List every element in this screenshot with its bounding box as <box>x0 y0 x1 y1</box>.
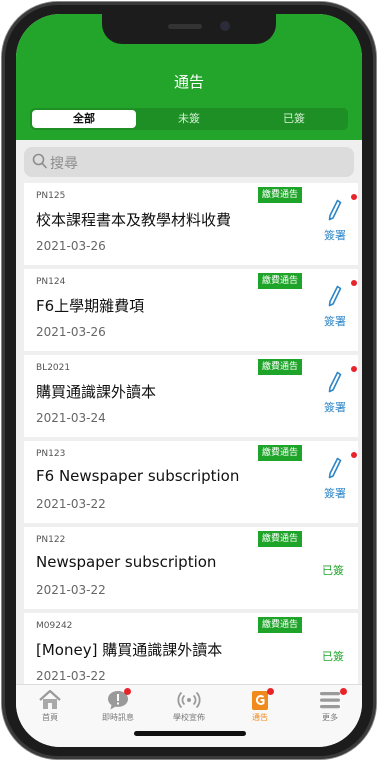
tab-announcements[interactable]: 學校宣佈 <box>161 689 217 723</box>
notice-type-badge: 繳費通告 <box>258 187 303 203</box>
notice-date: 2021-03-22 <box>36 583 106 597</box>
notice-type-badge: 繳費通告 <box>258 445 303 461</box>
notice-title: F6 Newspaper subscription <box>36 467 240 485</box>
tab-label: 通告 <box>252 713 268 722</box>
notice-card[interactable]: PN124 繳費通告 F6上學期雜費項 2021-03-26 簽署 <box>24 269 358 351</box>
notice-code: PN122 <box>36 535 66 545</box>
sign-label: 簽署 <box>324 401 346 414</box>
notice-type-badge: 繳費通告 <box>258 617 303 633</box>
tab-notices[interactable]: 通告 <box>232 688 288 723</box>
tab-messages[interactable]: 即時訊息 <box>90 688 146 723</box>
tab-home[interactable]: 首頁 <box>22 689 78 723</box>
signed-status: 已簽 <box>322 650 344 663</box>
notice-card[interactable]: BL2021 繳費通告 購買通識課外讀本 2021-03-24 簽署 <box>24 355 358 437</box>
menu-icon <box>320 692 340 709</box>
pen-icon <box>328 371 342 393</box>
notice-code: PN124 <box>36 277 66 287</box>
home-indicator <box>134 731 246 736</box>
notice-code: BL2021 <box>36 363 71 373</box>
sign-button[interactable]: 簽署 <box>320 285 350 329</box>
page-title: 通告 <box>173 73 204 91</box>
notice-card[interactable]: PN125 繳費通告 校本課程書本及教學材料收費 2021-03-26 簽署 <box>24 183 358 265</box>
tab-unsigned[interactable]: 未簽 <box>137 110 241 128</box>
broadcast-icon <box>177 691 201 709</box>
sign-label: 簽署 <box>324 315 346 328</box>
notice-date: 2021-03-22 <box>36 497 106 511</box>
notice-type-badge: 繳費通告 <box>258 273 303 289</box>
house-icon <box>39 689 61 709</box>
tab-more[interactable]: 更多 <box>302 688 358 723</box>
signed-status: 已簽 <box>322 564 344 577</box>
header-bar: 通告 全部 未簽 已簽 <box>16 14 362 140</box>
notice-title: F6上學期雜費項 <box>36 297 145 315</box>
phone-frame: 通告 全部 未簽 已簽 搜尋 PN125 繳費通告 校本課程書本及教學材料收費 … <box>2 2 376 759</box>
app-screen: 通告 全部 未簽 已簽 搜尋 PN125 繳費通告 校本課程書本及教學材料收費 … <box>16 14 362 747</box>
sign-button[interactable]: 簽署 <box>320 371 350 415</box>
tab-label: 即時訊息 <box>102 713 134 722</box>
speaker-grille <box>168 24 202 29</box>
device-notch <box>102 14 276 44</box>
notice-date: 2021-03-24 <box>36 411 106 425</box>
tab-label: 首頁 <box>42 713 58 722</box>
sign-button[interactable]: 簽署 <box>320 199 350 243</box>
pen-icon <box>328 285 342 307</box>
notification-dot <box>340 688 347 695</box>
pen-icon <box>328 457 342 479</box>
tab-signed[interactable]: 已簽 <box>242 110 346 128</box>
unread-dot <box>351 280 357 286</box>
bottom-tab-bar: 首頁 即時訊息 學校宣佈 通告 更多 <box>16 684 362 747</box>
tab-label: 學校宣佈 <box>173 713 205 722</box>
notice-title: 購買通識課外讀本 <box>36 383 157 401</box>
notice-code: PN125 <box>36 191 66 201</box>
notice-card[interactable]: M09242 繳費通告 [Money] 購買通識課外讀本 2021-03-22 … <box>24 613 358 695</box>
notice-title: 校本課程書本及教學材料收費 <box>36 211 232 229</box>
tab-all[interactable]: 全部 <box>32 110 136 128</box>
notice-title: [Money] 購買通識課外讀本 <box>36 641 223 659</box>
notification-dot <box>124 688 131 695</box>
unread-dot <box>351 194 357 200</box>
notice-date: 2021-03-26 <box>36 325 106 339</box>
notice-date: 2021-03-22 <box>36 669 106 683</box>
filter-segmented-control: 全部 未簽 已簽 <box>30 108 348 130</box>
sign-label: 簽署 <box>324 229 346 242</box>
notice-type-badge: 繳費通告 <box>258 359 303 375</box>
search-placeholder: 搜尋 <box>50 156 78 172</box>
search-icon <box>32 153 48 174</box>
search-input[interactable]: 搜尋 <box>24 147 354 177</box>
notification-dot <box>267 688 274 695</box>
unread-dot <box>351 452 357 458</box>
sign-label: 簽署 <box>324 487 346 500</box>
notice-title: Newspaper subscription <box>36 553 217 571</box>
pen-icon <box>328 199 342 221</box>
tab-label: 更多 <box>322 713 338 722</box>
unread-dot <box>351 366 357 372</box>
notice-code: M09242 <box>36 621 73 631</box>
front-camera <box>220 21 230 31</box>
notice-card[interactable]: PN122 繳費通告 Newspaper subscription 2021-0… <box>24 527 358 609</box>
notice-type-badge: 繳費通告 <box>258 531 303 547</box>
sign-button[interactable]: 簽署 <box>320 457 350 501</box>
notice-date: 2021-03-26 <box>36 239 106 253</box>
notice-card[interactable]: PN123 繳費通告 F6 Newspaper subscription 202… <box>24 441 358 523</box>
notice-code: PN123 <box>36 449 66 459</box>
